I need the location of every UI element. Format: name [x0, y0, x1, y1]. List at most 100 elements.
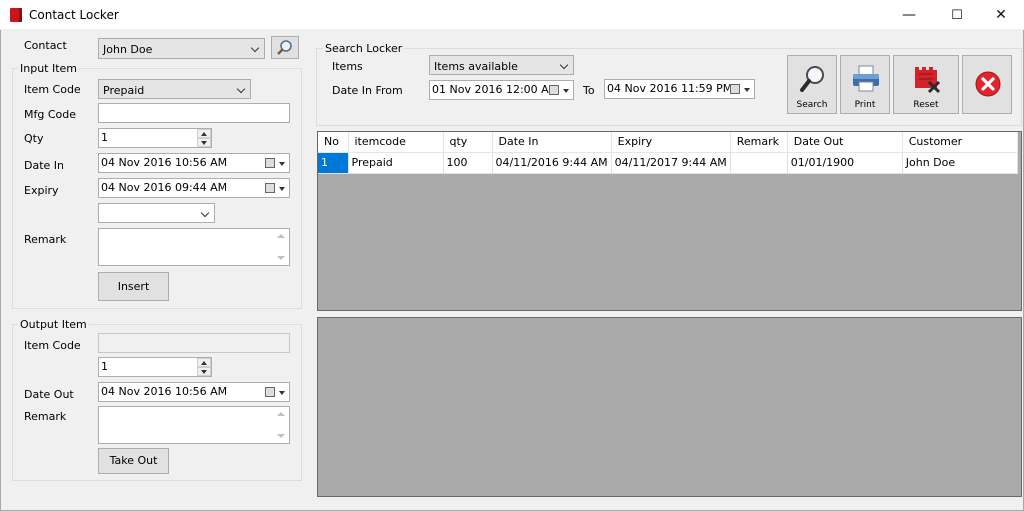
reset-button-label: Reset: [913, 100, 939, 110]
minimize-button[interactable]: —: [886, 0, 932, 30]
chevron-down-icon: [236, 84, 246, 94]
date-in-from-label: Date In From: [332, 84, 403, 97]
calendar-icon: [265, 158, 275, 168]
date-out-picker[interactable]: 04 Nov 2016 10:56 AM: [98, 382, 290, 402]
contact-search-button[interactable]: [271, 36, 299, 59]
items-filter-combo[interactable]: Items available: [429, 55, 574, 75]
exit-button[interactable]: [962, 55, 1012, 114]
col-expiry[interactable]: Expiry: [611, 132, 731, 153]
date-out-label: Date Out: [24, 388, 74, 401]
output-qty-up-button[interactable]: [197, 358, 211, 367]
qty-up-button[interactable]: [197, 129, 211, 138]
grid-cell[interactable]: Prepaid: [348, 152, 444, 174]
col-no[interactable]: No: [318, 132, 349, 153]
col-date-in[interactable]: Date In: [492, 132, 612, 153]
grid-cell[interactable]: 01/01/1900: [787, 152, 903, 174]
close-window-button[interactable]: ✕: [978, 0, 1024, 30]
calendar-icon: [730, 84, 740, 94]
items-label: Items: [332, 60, 363, 73]
output-qty-value: 1: [101, 360, 108, 373]
item-code-value: Prepaid: [103, 84, 145, 97]
output-remark-scrollbar[interactable]: [274, 408, 288, 442]
reset-icon: [915, 67, 941, 94]
calendar-icon: [265, 387, 275, 397]
app-icon: [10, 8, 22, 22]
to-label: To: [583, 84, 595, 97]
take-out-button[interactable]: Take Out: [98, 448, 169, 474]
insert-button[interactable]: Insert: [98, 272, 169, 301]
print-button-label: Print: [854, 100, 876, 110]
grid-cell[interactable]: 04/11/2017 9:44 AM: [611, 152, 731, 174]
output-qty-down-button[interactable]: [197, 367, 211, 376]
expiry-value: 04 Nov 2016 09:44 AM: [101, 181, 228, 194]
print-button[interactable]: Print: [840, 55, 890, 114]
output-item-code-input[interactable]: [98, 333, 290, 353]
window-title: Contact Locker: [29, 8, 119, 22]
date-in-label: Date In: [24, 159, 65, 172]
dropdown-arrow-icon: [279, 187, 285, 191]
table-row[interactable]: 1 Prepaid 100 04/11/2016 9:44 AM 04/11/2…: [318, 152, 1018, 174]
output-remark-label: Remark: [24, 410, 67, 423]
search-button[interactable]: Search: [787, 55, 837, 114]
calendar-icon: [265, 183, 275, 193]
item-code-combo[interactable]: Prepaid: [98, 79, 251, 99]
remark-label: Remark: [24, 233, 67, 246]
dropdown-arrow-icon: [563, 89, 569, 93]
locker-table: No itemcode qty Date In Expiry Remark Da…: [318, 132, 1018, 174]
qty-value: 1: [101, 131, 108, 144]
grid-cell[interactable]: 100: [443, 152, 493, 174]
date-to-picker[interactable]: 04 Nov 2016 11:59 PM: [604, 79, 755, 99]
locker-grid[interactable]: No itemcode qty Date In Expiry Remark Da…: [317, 131, 1022, 311]
expiry-picker[interactable]: 04 Nov 2016 09:44 AM: [98, 178, 290, 198]
output-item-legend: Output Item: [18, 318, 89, 331]
qty-down-button[interactable]: [197, 138, 211, 147]
search-icon: [800, 66, 824, 92]
qty-label: Qty: [24, 132, 44, 145]
contact-combo[interactable]: John Doe: [98, 38, 265, 59]
expiry-label: Expiry: [24, 184, 59, 197]
grid-cell[interactable]: John Doe: [902, 152, 1018, 174]
input-item-legend: Input Item: [18, 62, 80, 75]
date-from-picker[interactable]: 01 Nov 2016 12:00 AM: [429, 80, 574, 100]
output-remark-textarea[interactable]: [98, 406, 290, 444]
grid-cell[interactable]: 04/11/2016 9:44 AM: [492, 152, 612, 174]
close-icon: [975, 71, 1001, 97]
grid-header-row: No itemcode qty Date In Expiry Remark Da…: [318, 132, 1018, 153]
qty-stepper[interactable]: 1: [98, 128, 212, 148]
items-filter-value: Items available: [434, 60, 518, 73]
date-to-value: 04 Nov 2016 11:59 PM: [607, 82, 733, 95]
col-remark[interactable]: Remark: [730, 132, 788, 153]
search-button-label: Search: [796, 100, 828, 110]
chevron-down-icon: [559, 60, 569, 70]
chevron-down-icon: [250, 43, 260, 53]
remark-scrollbar[interactable]: [274, 230, 288, 264]
dropdown-arrow-icon: [279, 162, 285, 166]
output-item-code-label: Item Code: [24, 339, 81, 352]
col-itemcode[interactable]: itemcode: [348, 132, 444, 153]
col-date-out[interactable]: Date Out: [787, 132, 903, 153]
date-out-value: 04 Nov 2016 10:56 AM: [101, 385, 228, 398]
title-bar: [0, 0, 1024, 30]
magnifier-icon: [277, 40, 292, 55]
col-qty[interactable]: qty: [443, 132, 493, 153]
dropdown-arrow-icon: [744, 88, 750, 92]
remark-textarea[interactable]: [98, 228, 290, 266]
output-qty-stepper[interactable]: 1: [98, 357, 212, 377]
item-code-label: Item Code: [24, 83, 81, 96]
reset-button[interactable]: Reset: [893, 55, 959, 114]
dropdown-arrow-icon: [279, 391, 285, 395]
chevron-down-icon: [200, 208, 210, 218]
calendar-icon: [549, 85, 559, 95]
contact-value: John Doe: [103, 43, 153, 56]
contact-label: Contact: [24, 39, 67, 52]
maximize-button[interactable]: ☐: [934, 0, 980, 30]
unit-combo[interactable]: [98, 203, 215, 223]
mfg-code-input[interactable]: [98, 103, 290, 123]
date-from-value: 01 Nov 2016 12:00 AM: [432, 83, 559, 96]
output-grid[interactable]: [317, 317, 1022, 497]
mfg-code-label: Mfg Code: [24, 108, 77, 121]
grid-cell[interactable]: [730, 152, 788, 174]
date-in-picker[interactable]: 04 Nov 2016 10:56 AM: [98, 153, 290, 173]
grid-cell[interactable]: 1: [318, 152, 349, 174]
col-customer[interactable]: Customer: [902, 132, 1018, 153]
